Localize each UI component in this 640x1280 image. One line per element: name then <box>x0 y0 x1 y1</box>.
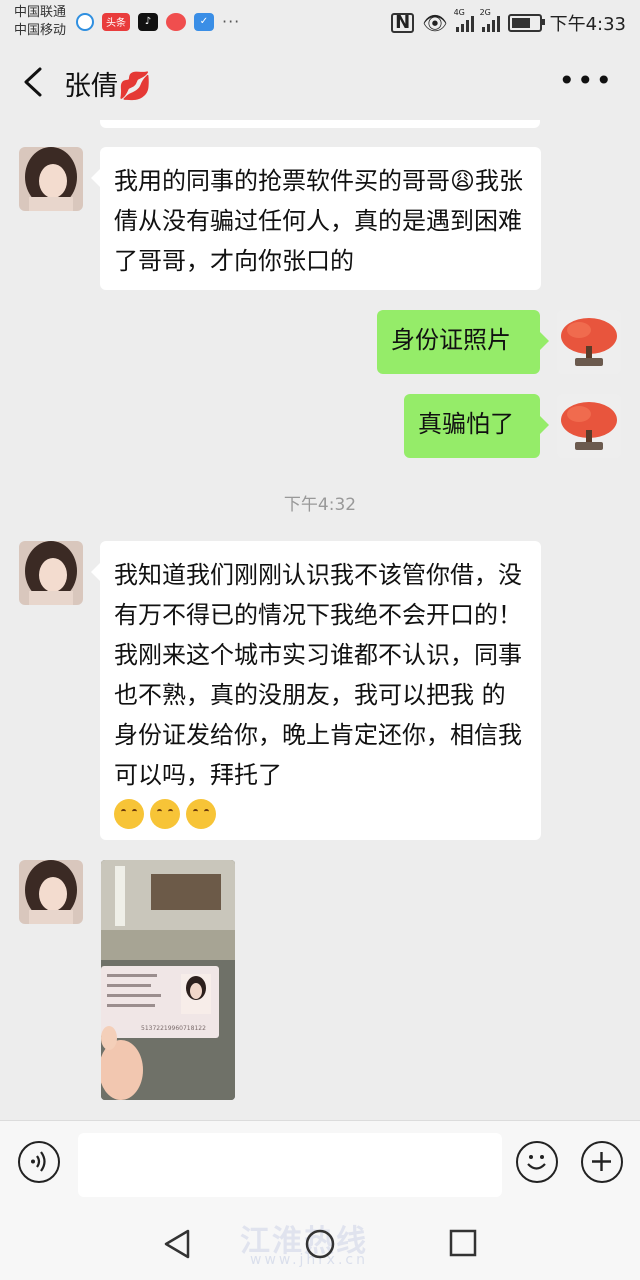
carrier-2: 中国移动 <box>14 23 67 38</box>
message-text: 我用的同事的抢票软件买的哥哥😩我张倩从没有骗过任何人，真的是遇到困难了哥哥，才向… <box>114 167 524 275</box>
nfc-icon: N <box>391 13 415 33</box>
id-card-photo-icon: 51372219960718122 <box>101 860 235 1100</box>
voice-input-button[interactable] <box>18 1141 60 1183</box>
weibo-icon <box>166 12 186 31</box>
battery-icon <box>507 14 545 32</box>
pleading-emoji-icon <box>114 799 144 829</box>
message-text: 我知道我们刚刚认识我不该管你借，没有万不得已的情况下我绝不会开口的！我刚来这个城… <box>114 561 522 789</box>
id-number-text: 51372219960718122 <box>141 1025 206 1032</box>
more-options-icon[interactable]: ••• <box>558 64 614 97</box>
pleading-emoji-icon <box>150 799 180 829</box>
tiktok-icon: ♪ <box>138 12 158 31</box>
system-navigation-bar: 江淮热线 www.jhrx.cn <box>0 1208 640 1280</box>
contact-avatar[interactable] <box>19 860 83 924</box>
signal-2g-icon: 2G <box>480 8 500 32</box>
contact-name: 张倩💋 <box>64 71 152 102</box>
status-bar: 中国联通 中国移动 头条 ♪ ✓ ··· N 👁 4G 2G 下午4:33 <box>0 0 640 44</box>
my-avatar[interactable] <box>557 310 621 374</box>
carrier-labels: 中国联通 中国移动 <box>14 4 66 40</box>
id-card-photo-message[interactable]: 51372219960718122 <box>101 860 235 1100</box>
outgoing-message[interactable]: 真骗怕了 <box>404 394 549 458</box>
system-status: N 👁 4G 2G 下午4:33 <box>391 8 626 36</box>
clock: 下午4:33 <box>549 14 626 35</box>
message-text: 身份证照片 <box>391 326 511 354</box>
pleading-emoji-icon <box>186 799 216 829</box>
voice-icon <box>31 1151 46 1172</box>
smiley-icon <box>527 1155 546 1170</box>
previous-message-bubble <box>100 120 540 128</box>
incoming-message[interactable]: 我知道我们刚刚认识我不该管你借，没有万不得已的情况下我绝不会开口的！我刚来这个城… <box>91 541 541 840</box>
shield-icon: ✓ <box>194 12 214 31</box>
emoji-row <box>114 799 527 829</box>
add-attachment-button[interactable] <box>581 1141 623 1183</box>
recent-apps-square-icon[interactable] <box>448 1228 478 1258</box>
outgoing-message[interactable]: 身份证照片 <box>377 310 549 374</box>
circle-app-icon <box>76 12 94 31</box>
message-text: 真骗怕了 <box>418 410 514 438</box>
signal-4g-icon: 4G <box>454 8 474 32</box>
plus-icon <box>592 1152 611 1171</box>
contact-avatar[interactable] <box>19 541 83 605</box>
incoming-message[interactable]: 我用的同事的抢票软件买的哥哥😩我张倩从没有骗过任何人，真的是遇到困难了哥哥，才向… <box>91 147 541 290</box>
signal-4g-label: 4G <box>453 8 465 17</box>
carrier-1: 中国联通 <box>14 5 67 20</box>
signal-2g-label: 2G <box>479 8 491 17</box>
emoji-button[interactable] <box>516 1141 558 1183</box>
notification-icons: 头条 ♪ ✓ ··· <box>76 12 240 31</box>
home-circle-icon[interactable] <box>304 1228 336 1260</box>
toutiao-icon: 头条 <box>102 12 130 31</box>
more-notifications-icon: ··· <box>222 12 241 31</box>
input-bar <box>0 1120 640 1209</box>
chat-header: 张倩💋 ••• <box>0 44 640 120</box>
my-avatar[interactable] <box>557 394 621 458</box>
contact-avatar[interactable] <box>19 147 83 211</box>
back-triangle-icon[interactable] <box>162 1228 192 1260</box>
message-input[interactable] <box>78 1133 502 1197</box>
back-arrow-icon[interactable] <box>20 66 48 98</box>
chat-area[interactable]: 我用的同事的抢票软件买的哥哥😩我张倩从没有骗过任何人，真的是遇到困难了哥哥，才向… <box>0 120 640 1120</box>
eye-comfort-icon: 👁 <box>422 11 448 35</box>
message-timestamp: 下午4:32 <box>283 495 357 515</box>
